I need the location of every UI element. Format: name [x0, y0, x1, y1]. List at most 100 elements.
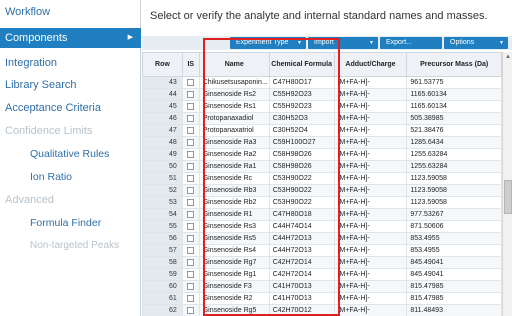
is-checkbox[interactable] — [187, 90, 195, 98]
table-row[interactable]: 45 Ginsenoside Rs1 C55H92O23 [M+FA-H]- 1165.… — [142, 100, 502, 113]
row-number-cell[interactable]: 43 — [142, 76, 183, 89]
formula-cell[interactable]: C44H72O13 — [268, 232, 335, 245]
formula-cell[interactable]: C58H98O26 — [268, 148, 335, 161]
adduct-cell[interactable]: [M+FA-H]- — [333, 232, 408, 245]
column-header-adduct-charge[interactable]: Adduct/Charge — [333, 52, 408, 77]
nav-item-qualitative-rules[interactable]: Qualitative Rules — [0, 144, 141, 164]
nav-item-ion-ratio[interactable]: Ion Ratio — [0, 167, 141, 187]
nav-item-acceptance-criteria[interactable]: Acceptance Criteria — [0, 98, 141, 118]
import-dropdown[interactable]: Import ▼ — [308, 37, 378, 49]
formula-cell[interactable]: C47H80O18 — [268, 208, 335, 221]
adduct-cell[interactable]: [M+FA-H]- — [333, 160, 408, 173]
adduct-cell[interactable]: [M+FA-H]- — [333, 136, 408, 149]
adduct-cell[interactable]: [M+FA-H]- — [333, 244, 408, 257]
nav-item-workflow[interactable]: Workflow — [0, 2, 141, 22]
nav-item-components[interactable]: Components ▶ — [0, 28, 141, 48]
table-row[interactable]: 52 Ginsenoside Rb3 C53H90O22 [M+FA-H]- 1123.… — [142, 184, 502, 197]
precursor-mass-cell[interactable]: 521.38476 — [406, 124, 502, 137]
is-checkbox[interactable] — [187, 150, 195, 158]
precursor-mass-cell[interactable]: 1285.6434 — [406, 136, 502, 149]
precursor-mass-cell[interactable]: 1255.63284 — [406, 160, 502, 173]
is-checkbox[interactable] — [187, 258, 195, 266]
name-cell[interactable]: Ginsenoside Rs4 — [198, 244, 270, 257]
export-button[interactable]: Export... — [380, 37, 442, 49]
name-cell[interactable]: Ginsenoside Ra2 — [198, 148, 270, 161]
table-row[interactable]: 59 Ginsenoside Rg1 C42H72O14 [M+FA-H]- 845.4… — [142, 268, 502, 281]
adduct-cell[interactable]: [M+FA-H]- — [333, 268, 408, 281]
formula-cell[interactable]: C42H72O14 — [268, 256, 335, 269]
formula-cell[interactable]: C53H90O22 — [268, 184, 335, 197]
row-number-cell[interactable]: 61 — [142, 292, 183, 305]
adduct-cell[interactable]: [M+FA-H]- — [333, 172, 408, 185]
name-cell[interactable]: Ginsenoside R2 — [198, 292, 270, 305]
is-checkbox[interactable] — [187, 282, 195, 290]
table-row[interactable]: 56 Ginsenoside Rs5 C44H72O13 [M+FA-H]- 853.4… — [142, 232, 502, 245]
precursor-mass-cell[interactable]: 1123.59058 — [406, 172, 502, 185]
is-checkbox[interactable] — [187, 234, 195, 242]
precursor-mass-cell[interactable]: 815.47985 — [406, 292, 502, 305]
column-header-chemical-formula[interactable]: Chemical Formula — [268, 52, 335, 77]
name-cell[interactable]: Ginsenoside R1 — [198, 208, 270, 221]
precursor-mass-cell[interactable]: 853.4955 — [406, 232, 502, 245]
adduct-cell[interactable]: [M+FA-H]- — [333, 280, 408, 293]
table-row[interactable]: 44 Ginsenoside Rs2 C55H92O23 [M+FA-H]- 1165.… — [142, 88, 502, 101]
name-cell[interactable]: Protopanaxadiol — [198, 112, 270, 125]
is-checkbox[interactable] — [187, 162, 195, 170]
precursor-mass-cell[interactable]: 845.49041 — [406, 256, 502, 269]
precursor-mass-cell[interactable]: 853.4955 — [406, 244, 502, 257]
precursor-mass-cell[interactable]: 1165.60134 — [406, 88, 502, 101]
name-cell[interactable]: Ginsenoside Ra1 — [198, 160, 270, 173]
row-number-cell[interactable]: 55 — [142, 220, 183, 233]
name-cell[interactable]: Ginsenoside Rg5 — [198, 304, 270, 316]
formula-cell[interactable]: C55H92O23 — [268, 88, 335, 101]
row-number-cell[interactable]: 51 — [142, 172, 183, 185]
table-row[interactable]: 51 Ginsenoside Rc C53H90O22 [M+FA-H]- 1123.5… — [142, 172, 502, 185]
table-row[interactable]: 57 Ginsenoside Rs4 C44H72O13 [M+FA-H]- 853.4… — [142, 244, 502, 257]
is-checkbox[interactable] — [187, 210, 195, 218]
name-cell[interactable]: Ginsenoside Rb2 — [198, 196, 270, 209]
is-checkbox[interactable] — [187, 246, 195, 254]
adduct-cell[interactable]: [M+FA-H]- — [333, 112, 408, 125]
is-checkbox[interactable] — [187, 138, 195, 146]
table-row[interactable]: 54 Ginsenoside R1 C47H80O18 [M+FA-H]- 977.53… — [142, 208, 502, 221]
formula-cell[interactable]: C47H80O17 — [268, 76, 335, 89]
is-checkbox[interactable] — [187, 114, 195, 122]
is-checkbox[interactable] — [187, 186, 195, 194]
table-row[interactable]: 53 Ginsenoside Rb2 C53H90O22 [M+FA-H]- 1123.… — [142, 196, 502, 209]
table-row[interactable]: 46 Protopanaxadiol C30H52O3 [M+FA-H]- 505.38… — [142, 112, 502, 125]
is-checkbox[interactable] — [187, 126, 195, 134]
name-cell[interactable]: Protopanaxatriol — [198, 124, 270, 137]
precursor-mass-cell[interactable]: 1165.60134 — [406, 100, 502, 113]
row-number-cell[interactable]: 46 — [142, 112, 183, 125]
options-dropdown[interactable]: Options ▼ — [444, 37, 508, 49]
name-cell[interactable]: Ginsenoside F3 — [198, 280, 270, 293]
precursor-mass-cell[interactable]: 961.53775 — [406, 76, 502, 89]
table-row[interactable]: 50 Ginsenoside Ra1 C58H98O26 [M+FA-H]- 1255.… — [142, 160, 502, 173]
column-header-precursor-mass[interactable]: Precursor Mass (Da) — [406, 52, 502, 77]
nav-item-integration[interactable]: Integration — [0, 53, 141, 73]
row-number-cell[interactable]: 52 — [142, 184, 183, 197]
name-cell[interactable]: Chikusetsusaponin... — [198, 76, 270, 89]
column-header-name[interactable]: Name — [198, 52, 270, 77]
adduct-cell[interactable]: [M+FA-H]- — [333, 208, 408, 221]
name-cell[interactable]: Ginsenoside Rg1 — [198, 268, 270, 281]
vertical-scrollbar[interactable]: ▲ — [502, 52, 512, 316]
is-checkbox[interactable] — [187, 174, 195, 182]
formula-cell[interactable]: C59H100O27 — [268, 136, 335, 149]
table-row[interactable]: 47 Protopanaxatriol C30H52O4 [M+FA-H]- 521.3… — [142, 124, 502, 137]
adduct-cell[interactable]: [M+FA-H]- — [333, 196, 408, 209]
is-checkbox[interactable] — [187, 198, 195, 206]
scrollbar-thumb[interactable] — [504, 180, 512, 214]
nav-item-formula-finder[interactable]: Formula Finder — [0, 213, 141, 233]
adduct-cell[interactable]: [M+FA-H]- — [333, 76, 408, 89]
row-number-cell[interactable]: 49 — [142, 148, 183, 161]
is-checkbox[interactable] — [187, 78, 195, 86]
adduct-cell[interactable]: [M+FA-H]- — [333, 124, 408, 137]
formula-cell[interactable]: C55H92O23 — [268, 100, 335, 113]
formula-cell[interactable]: C53H90O22 — [268, 172, 335, 185]
is-checkbox[interactable] — [187, 270, 195, 278]
name-cell[interactable]: Ginsenoside Rs3 — [198, 220, 270, 233]
name-cell[interactable]: Ginsenoside Ra3 — [198, 136, 270, 149]
precursor-mass-cell[interactable]: 815.47985 — [406, 280, 502, 293]
table-row[interactable]: 55 Ginsenoside Rs3 C44H74O14 [M+FA-H]- 871.5… — [142, 220, 502, 233]
